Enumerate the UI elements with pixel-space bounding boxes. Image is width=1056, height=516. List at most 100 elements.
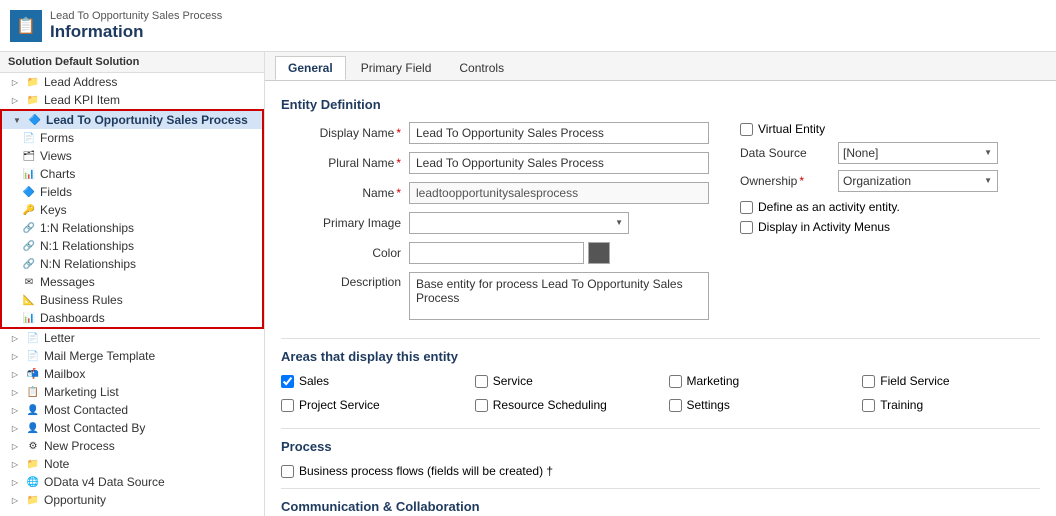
ownership-select[interactable]: Organization <box>838 170 998 192</box>
primary-image-select[interactable] <box>409 212 629 234</box>
tab-controls[interactable]: Controls <box>446 56 517 80</box>
area-training-row: Training <box>862 398 1040 412</box>
sidebar-item-note[interactable]: ▷ 📁 Note <box>0 455 264 473</box>
primary-image-row: Primary Image <box>281 212 710 234</box>
forms-icon: 📄 <box>22 131 36 145</box>
business-process-checkbox[interactable] <box>281 465 294 478</box>
area-project-checkbox[interactable] <box>281 399 294 412</box>
sidebar-item-most-contacted[interactable]: ▷ 👤 Most Contacted <box>0 401 264 419</box>
odata-icon: 🌐 <box>26 475 40 489</box>
sidebar-label-mailbox: Mailbox <box>44 367 85 381</box>
area-training-checkbox[interactable] <box>862 399 875 412</box>
area-sales-checkbox[interactable] <box>281 375 294 388</box>
form-left: Display Name* Plural Name* N <box>281 122 710 328</box>
name-label: Name* <box>281 186 401 200</box>
tab-general[interactable]: General <box>275 56 346 80</box>
sidebar-child-n1[interactable]: 🔗 N:1 Relationships <box>2 237 262 255</box>
sidebar-label-fields: Fields <box>40 185 72 199</box>
area-service-row: Service <box>475 374 653 388</box>
display-activity-checkbox[interactable] <box>740 221 753 234</box>
expand-icon: ▷ <box>8 349 22 363</box>
plural-name-input[interactable] <box>409 152 709 174</box>
area-field-service-row: Field Service <box>862 374 1040 388</box>
sidebar-child-1n[interactable]: 🔗 1:N Relationships <box>2 219 262 237</box>
display-name-input[interactable] <box>409 122 709 144</box>
area-marketing-row: Marketing <box>669 374 847 388</box>
virtual-entity-checkbox[interactable] <box>740 123 753 136</box>
area-resource-checkbox[interactable] <box>475 399 488 412</box>
sidebar-child-charts[interactable]: 📊 Charts <box>2 165 262 183</box>
tab-primary-field[interactable]: Primary Field <box>348 56 445 80</box>
areas-col4: Field Service Training <box>862 374 1040 418</box>
sidebar-label-mail-merge: Mail Merge Template <box>44 349 155 363</box>
area-marketing-label: Marketing <box>687 374 740 388</box>
sidebar-group-header-lead-opp[interactable]: ▼ 🔷 Lead To Opportunity Sales Process <box>2 111 262 129</box>
tab-bar: General Primary Field Controls <box>265 52 1056 81</box>
sidebar-label-letter: Letter <box>44 331 75 345</box>
form-layout: Display Name* Plural Name* N <box>281 122 1040 328</box>
entity-definition-title: Entity Definition <box>281 97 1040 112</box>
keys-icon: 🔑 <box>22 203 36 217</box>
opportunity-icon: 📁 <box>26 493 40 507</box>
display-activity-label: Display in Activity Menus <box>758 220 890 234</box>
color-label: Color <box>281 246 401 260</box>
sidebar-item-odata[interactable]: ▷ 🌐 OData v4 Data Source <box>0 473 264 491</box>
description-textarea[interactable]: Base entity for process Lead To Opportun… <box>409 272 709 320</box>
divider-1 <box>281 338 1040 339</box>
ownership-select-wrapper: Organization <box>838 170 998 192</box>
data-source-select[interactable]: [None] <box>838 142 998 164</box>
areas-col3: Marketing Settings <box>669 374 847 418</box>
expand-icon: ▷ <box>8 439 22 453</box>
sidebar-child-business-rules[interactable]: 📐 Business Rules <box>2 291 262 309</box>
sidebar-label-opportunity: Opportunity <box>44 493 106 507</box>
sidebar-child-forms[interactable]: 📄 Forms <box>2 129 262 147</box>
sidebar-child-fields[interactable]: 🔷 Fields <box>2 183 262 201</box>
charts-icon: 📊 <box>22 167 36 181</box>
area-field-service-checkbox[interactable] <box>862 375 875 388</box>
area-settings-checkbox[interactable] <box>669 399 682 412</box>
sidebar-item-letter[interactable]: ▷ 📄 Letter <box>0 329 264 347</box>
folder-icon: 📁 <box>26 75 40 89</box>
fields-icon: 🔷 <box>22 185 36 199</box>
divider-3 <box>281 488 1040 489</box>
define-activity-checkbox[interactable] <box>740 201 753 214</box>
define-activity-label: Define as an activity entity. <box>758 200 900 214</box>
color-text-input[interactable] <box>409 242 584 264</box>
sidebar-child-dashboards[interactable]: 📊 Dashboards <box>2 309 262 327</box>
sidebar-item-opportunity[interactable]: ▷ 📁 Opportunity <box>0 491 264 509</box>
expand-icon: ▷ <box>8 403 22 417</box>
header-title: Information <box>50 22 222 42</box>
activity-options: Define as an activity entity. Display in… <box>740 200 1040 234</box>
sidebar-child-nn[interactable]: 🔗 N:N Relationships <box>2 255 262 273</box>
most-contacted-icon: 👤 <box>26 403 40 417</box>
sidebar-item-mailbox[interactable]: ▷ 📬 Mailbox <box>0 365 264 383</box>
areas-title: Areas that display this entity <box>281 349 1040 364</box>
color-swatch[interactable] <box>588 242 610 264</box>
sidebar-label-business-rules: Business Rules <box>40 293 123 307</box>
sidebar-item-mail-merge[interactable]: ▷ 📄 Mail Merge Template <box>0 347 264 365</box>
expand-icon: ▷ <box>8 457 22 471</box>
sidebar-item-new-process[interactable]: ▷ ⚙ New Process <box>0 437 264 455</box>
define-activity-row: Define as an activity entity. <box>740 200 1040 214</box>
entity-icon: 🔷 <box>28 113 42 127</box>
sidebar-label-messages: Messages <box>40 275 95 289</box>
sidebar-child-messages[interactable]: ✉ Messages <box>2 273 262 291</box>
sidebar-item-most-contacted-by[interactable]: ▷ 👤 Most Contacted By <box>0 419 264 437</box>
area-project-row: Project Service <box>281 398 459 412</box>
sidebar-item-lead-kpi[interactable]: ▷ 📁 Lead KPI Item <box>0 91 264 109</box>
expand-icon: ▷ <box>8 493 22 507</box>
sidebar-item-marketing-list[interactable]: ▷ 📋 Marketing List <box>0 383 264 401</box>
sidebar-group-lead-opp: ▼ 🔷 Lead To Opportunity Sales Process 📄 … <box>0 109 264 329</box>
nn-icon: 🔗 <box>22 257 36 271</box>
name-input[interactable] <box>409 182 709 204</box>
sidebar-child-views[interactable]: 🗂 Views <box>2 147 262 165</box>
sidebar-item-lead-address[interactable]: ▷ 📁 Lead Address <box>0 73 264 91</box>
sidebar-child-keys[interactable]: 🔑 Keys <box>2 201 262 219</box>
area-marketing-checkbox[interactable] <box>669 375 682 388</box>
area-service-checkbox[interactable] <box>475 375 488 388</box>
sidebar-label-dashboards: Dashboards <box>40 311 105 325</box>
header: 📋 Lead To Opportunity Sales Process Info… <box>0 0 1056 52</box>
content-body: Entity Definition Display Name* Plural <box>265 81 1056 516</box>
display-name-label: Display Name* <box>281 126 401 140</box>
area-settings-row: Settings <box>669 398 847 412</box>
